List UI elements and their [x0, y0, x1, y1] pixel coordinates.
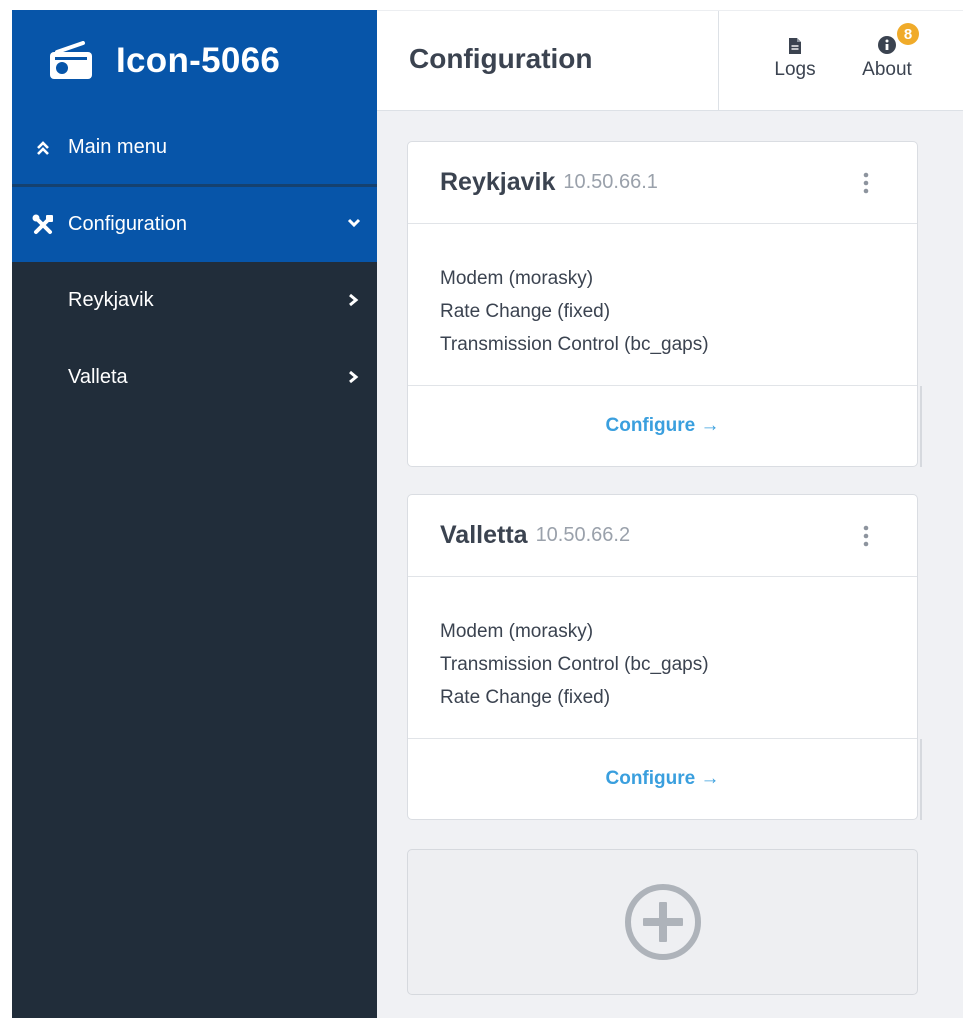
module-list: Modem (morasky) Transmission Control (bc… — [408, 577, 917, 739]
card-header: Reykjavik 10.50.66.1 — [408, 142, 917, 224]
brand-header[interactable]: Icon-5066 — [12, 10, 377, 111]
card-title: Valletta — [440, 521, 528, 549]
sidebar-item-label: Configuration — [68, 213, 187, 235]
card-title: Reykjavik — [440, 168, 556, 196]
device-card: Reykjavik 10.50.66.1 Modem (morasky) Rat… — [407, 141, 922, 467]
main-menu-label: Main menu — [68, 136, 167, 158]
logs-label: Logs — [774, 59, 816, 80]
about-label: About — [862, 59, 912, 80]
sidebar-item-reykjavik[interactable]: Reykjavik — [12, 262, 377, 339]
card-ip: 10.50.66.2 — [535, 524, 631, 546]
device-card: Valletta 10.50.66.2 Modem (morasky) Tran… — [407, 494, 922, 820]
card-header: Valletta 10.50.66.2 — [408, 495, 917, 577]
card-ip: 10.50.66.1 — [563, 171, 658, 193]
logs-button[interactable]: Logs — [765, 11, 825, 111]
add-device-button[interactable] — [407, 849, 918, 995]
kebab-menu-icon[interactable] — [863, 172, 869, 194]
list-item: Transmission Control (bc_gaps) — [440, 654, 709, 675]
about-button[interactable]: 8 About — [855, 11, 919, 111]
radio-icon — [50, 40, 92, 79]
sidebar-item-label: Valleta — [68, 366, 128, 388]
sidebar-item-valleta[interactable]: Valleta — [12, 339, 377, 416]
list-item: Modem (morasky) — [440, 621, 594, 642]
list-item: Transmission Control (bc_gaps) — [440, 334, 709, 355]
notification-badge: 8 — [897, 23, 919, 45]
plus-circle-icon — [624, 884, 701, 960]
tools-icon — [32, 214, 53, 234]
main-content: Reykjavik 10.50.66.1 Modem (morasky) Rat… — [377, 111, 963, 1018]
configure-link[interactable]: Configure → — [408, 739, 917, 819]
list-item: Modem (morasky) — [440, 268, 594, 289]
info-icon — [878, 36, 896, 54]
top-header: Configuration Logs 8 About — [377, 10, 963, 111]
card-edge — [920, 739, 922, 820]
page-title: Configuration — [409, 43, 593, 74]
chevron-right-icon — [349, 370, 359, 384]
sidebar-item-configuration[interactable]: Configuration — [12, 187, 377, 262]
card-edge — [920, 386, 922, 467]
list-item: Rate Change (fixed) — [440, 301, 611, 322]
header-divider — [718, 11, 719, 111]
file-icon — [789, 38, 801, 54]
configure-link[interactable]: Configure → — [408, 386, 917, 466]
main-menu-link[interactable]: Main menu — [12, 111, 377, 187]
double-chevron-up-icon — [37, 140, 49, 155]
chevron-down-icon — [347, 218, 361, 228]
sidebar-item-label: Reykjavik — [68, 289, 154, 311]
list-item: Rate Change (fixed) — [440, 687, 611, 708]
chevron-right-icon — [349, 293, 359, 307]
app-title: Icon-5066 — [116, 40, 281, 80]
kebab-menu-icon[interactable] — [863, 525, 869, 547]
module-list: Modem (morasky) Rate Change (fixed) Tran… — [408, 224, 917, 386]
sidebar: Icon-5066 Main menu Configuration Reykja… — [12, 10, 377, 1018]
